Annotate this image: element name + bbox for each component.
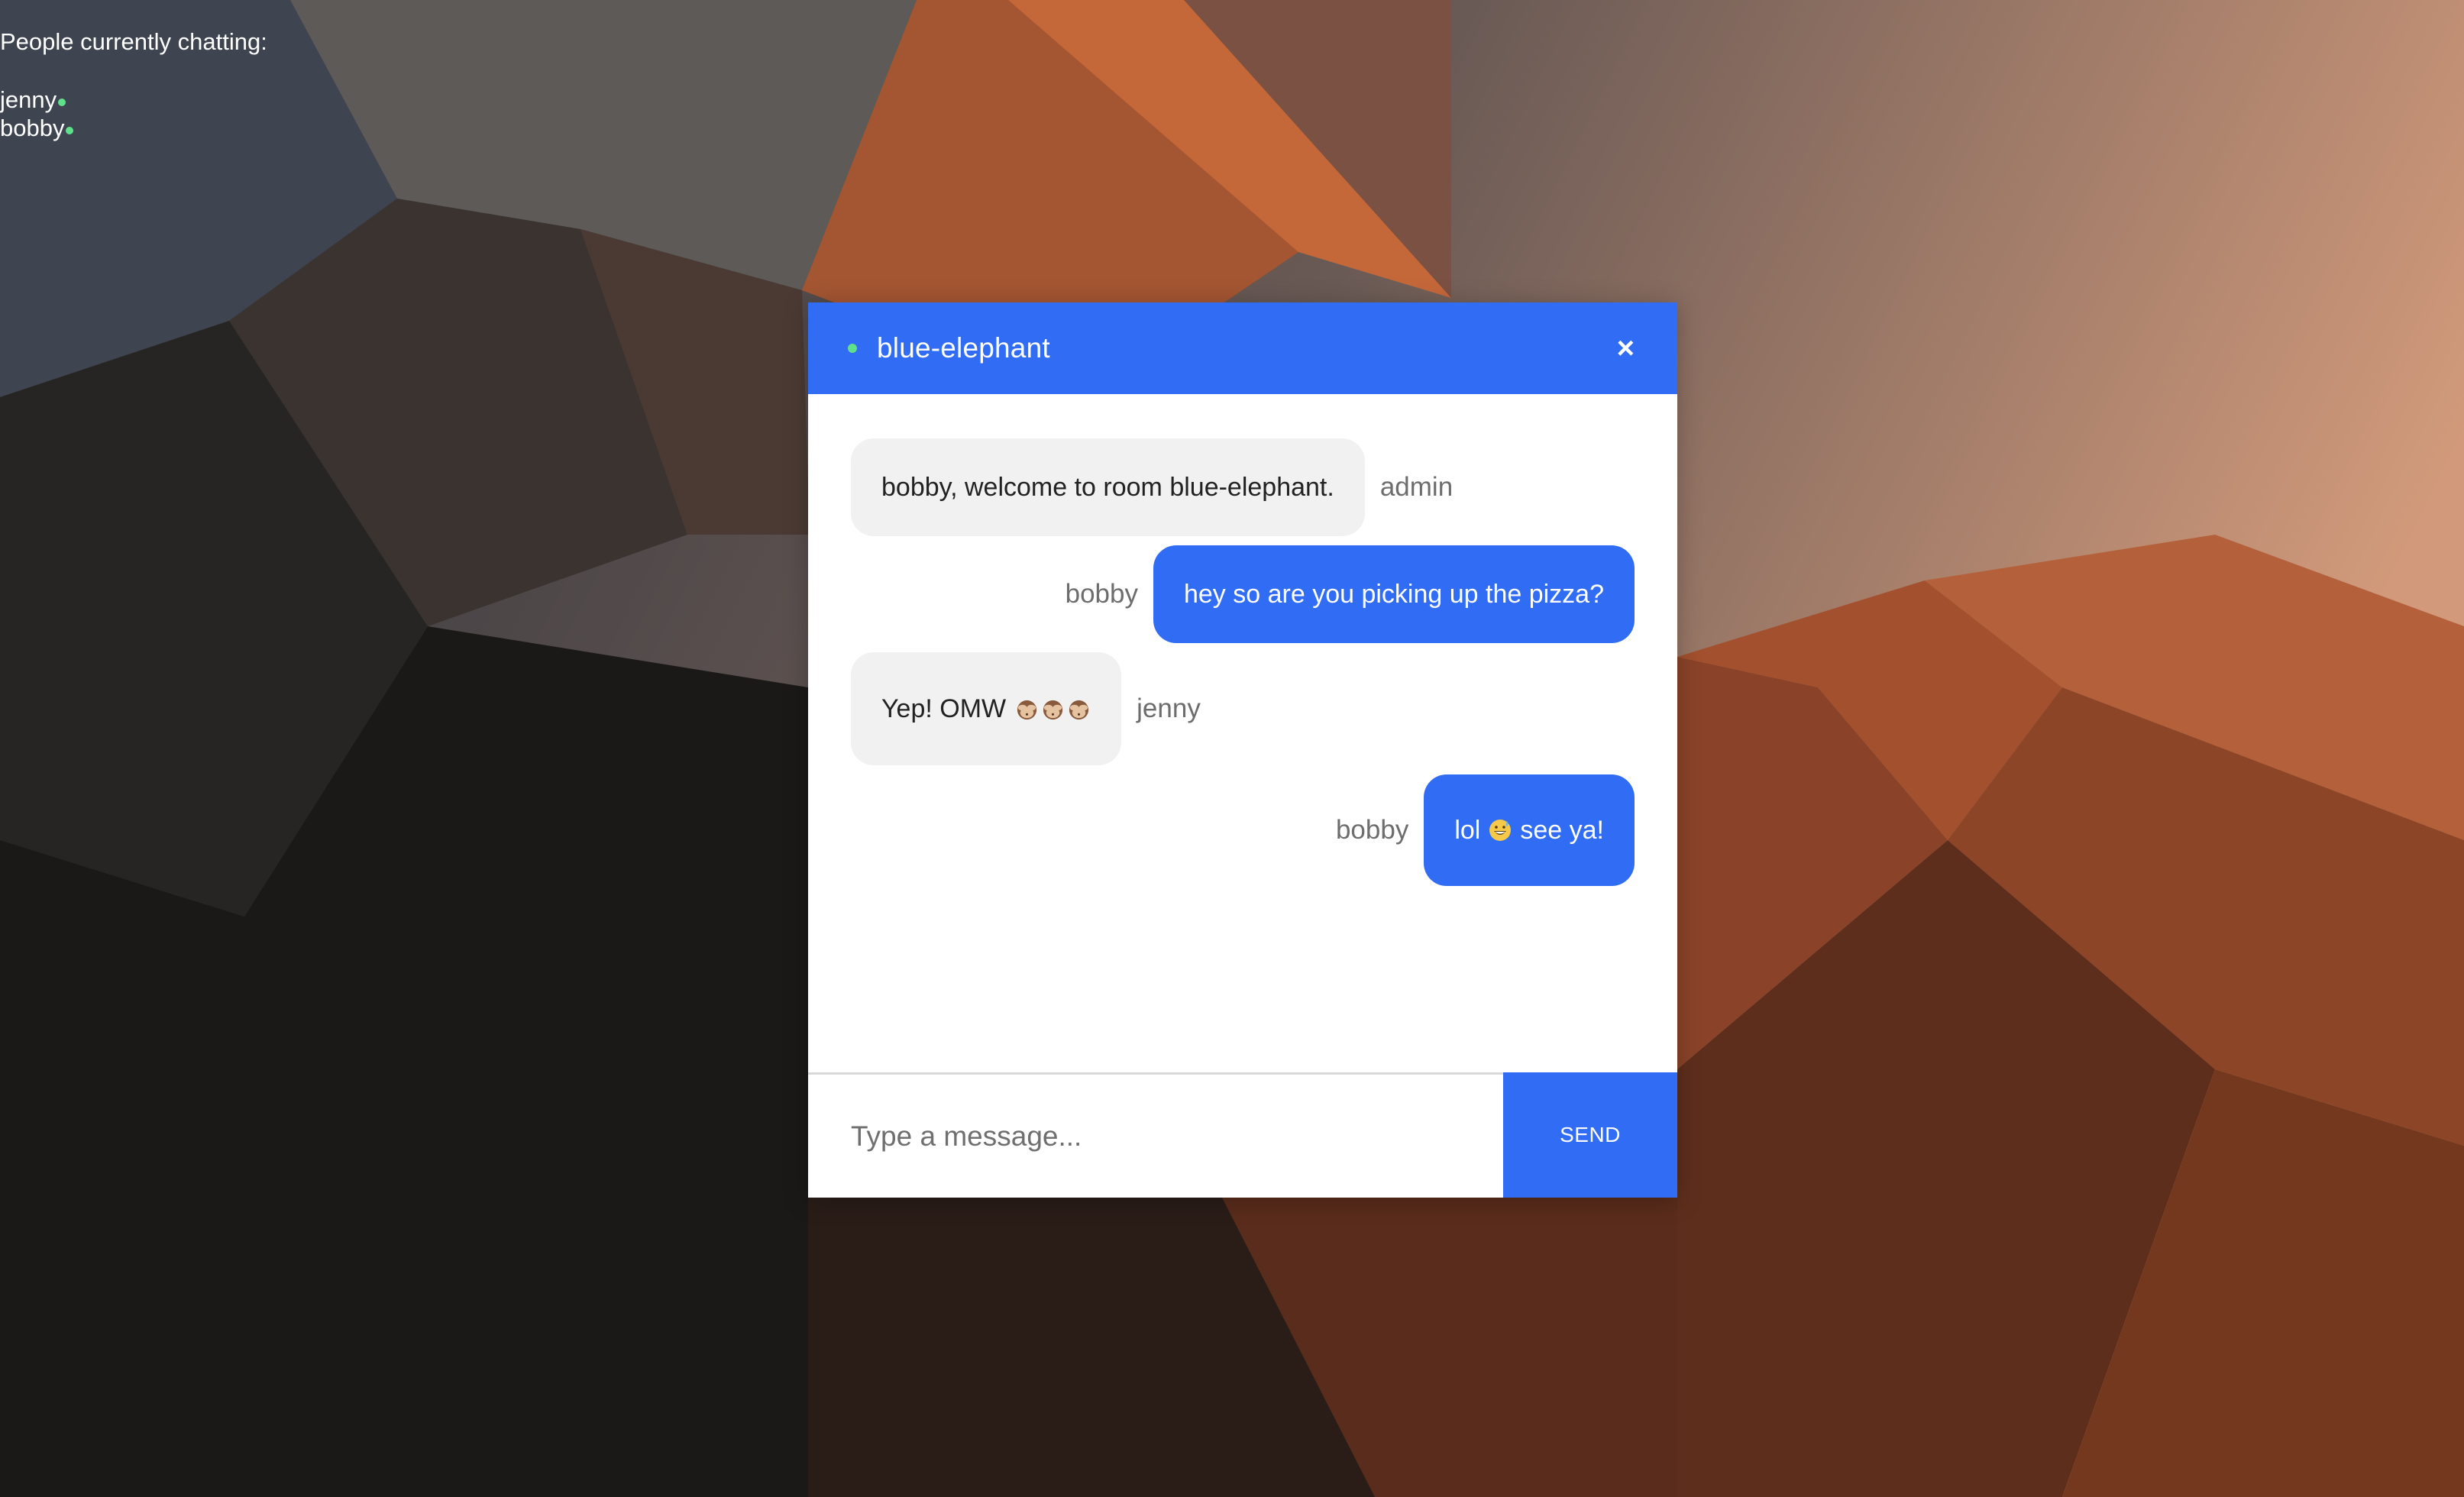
online-users-panel: People currently chatting: jenny bobby bbox=[0, 27, 267, 142]
online-status-icon bbox=[58, 98, 66, 106]
room-name: blue-elephant bbox=[877, 332, 1050, 364]
online-users-list: jenny bobby bbox=[0, 86, 267, 142]
message-row: bobby, welcome to room blue-elephant. ad… bbox=[851, 438, 1635, 536]
online-user-name: jenny bbox=[0, 86, 57, 113]
grinning-sweat-face-icon bbox=[1489, 820, 1512, 841]
message-sender: jenny bbox=[1137, 694, 1201, 723]
emoji-group bbox=[1015, 697, 1091, 721]
message-list: bobby, welcome to room blue-elephant. ad… bbox=[808, 394, 1677, 1072]
message-bubble: Yep! OMW bbox=[851, 652, 1122, 765]
message-input[interactable] bbox=[808, 1075, 1503, 1198]
message-bubble: lol see ya! bbox=[1424, 774, 1635, 886]
see-no-evil-monkey-icon bbox=[1017, 700, 1037, 719]
message-sender: bobby bbox=[1335, 815, 1409, 845]
message-bubble: bobby, welcome to room blue-elephant. bbox=[851, 438, 1365, 536]
chat-header: blue-elephant × bbox=[808, 302, 1677, 394]
message-text: Yep! OMW bbox=[881, 694, 1007, 723]
send-button[interactable]: SEND bbox=[1503, 1072, 1677, 1198]
see-no-evil-monkey-icon bbox=[1043, 700, 1063, 719]
message-bubble: hey so are you picking up the pizza? bbox=[1153, 545, 1635, 643]
message-text: see ya! bbox=[1520, 815, 1604, 845]
see-no-evil-monkey-icon bbox=[1069, 700, 1089, 719]
message-row: bobby lol see ya! bbox=[851, 774, 1635, 886]
online-user-item: bobby bbox=[0, 114, 267, 142]
message-row: bobby hey so are you picking up the pizz… bbox=[851, 545, 1635, 643]
online-user-name: bobby bbox=[0, 115, 65, 141]
message-row: Yep! OMW jenny bbox=[851, 652, 1635, 765]
room-status-icon bbox=[848, 344, 857, 353]
message-text: lol bbox=[1454, 815, 1481, 845]
message-sender: bobby bbox=[1065, 579, 1138, 609]
message-composer: SEND bbox=[808, 1072, 1677, 1198]
close-icon[interactable]: × bbox=[1617, 333, 1635, 364]
chat-window: blue-elephant × bobby, welcome to room b… bbox=[808, 302, 1677, 1198]
online-user-item: jenny bbox=[0, 86, 267, 114]
online-status-icon bbox=[66, 126, 74, 134]
online-users-heading: People currently chatting: bbox=[0, 28, 267, 55]
message-sender: admin bbox=[1379, 472, 1454, 502]
